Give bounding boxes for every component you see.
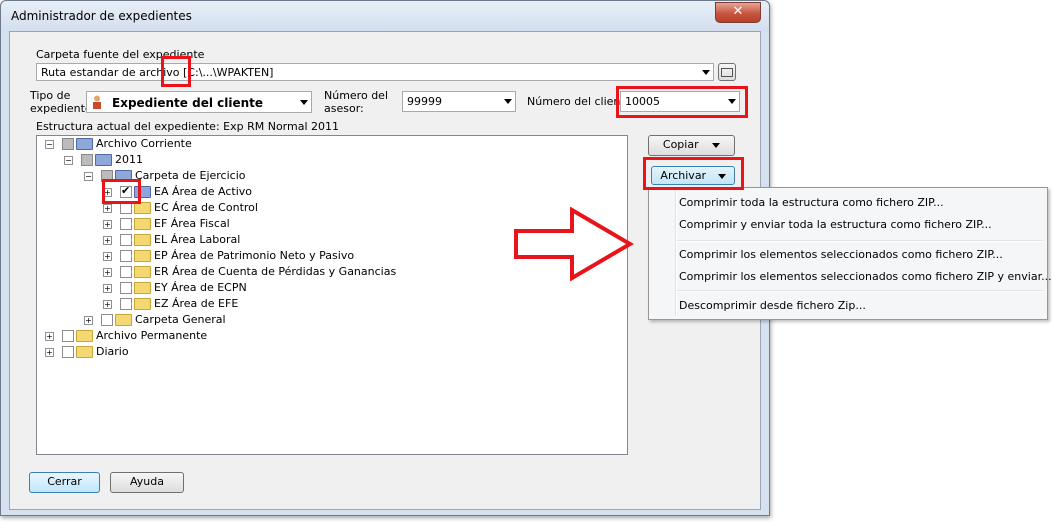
highlight-cliente-box	[616, 86, 748, 118]
annotation-arrow	[514, 207, 634, 281]
tree-node-label: Carpeta General	[135, 313, 226, 326]
expand-icon[interactable]: +	[103, 252, 112, 261]
asesor-value: 99999	[407, 95, 442, 108]
highlight-checkbox-box	[102, 179, 141, 204]
expand-icon[interactable]: +	[84, 316, 93, 325]
archivar-dropdown-menu: Comprimir toda la estructura como ficher…	[648, 187, 1052, 320]
tree-node-label: Carpeta de Ejercicio	[135, 169, 246, 182]
tree-node-label: ER Área de Cuenta de Pérdidas y Ganancia…	[154, 265, 397, 278]
folder-icon	[134, 234, 151, 246]
tree-node-label: EL Área Laboral	[154, 233, 241, 246]
copiar-button[interactable]: Copiar	[648, 135, 735, 156]
menu-item-comprimir-seleccionados-enviar[interactable]: Comprimir los elementos seleccionados co…	[679, 270, 1052, 283]
expand-icon[interactable]: +	[45, 332, 54, 341]
title-bar[interactable]: Administrador de expedientes ✕	[1, 1, 769, 31]
checkbox[interactable]	[62, 138, 74, 150]
folder-icon	[76, 330, 93, 342]
asesor-label-line2: asesor:	[324, 102, 364, 115]
asesor-combo[interactable]: 99999	[402, 91, 516, 112]
chevron-down-icon	[300, 100, 308, 105]
checkbox[interactable]	[120, 218, 132, 230]
highlight-archivar-box	[643, 157, 744, 190]
menu-item-comprimir-toda[interactable]: Comprimir toda la estructura como ficher…	[679, 196, 944, 209]
folder-icon	[134, 282, 151, 294]
chevron-down-icon	[712, 142, 721, 148]
tree-node-label: EF Área Fiscal	[154, 217, 230, 230]
copiar-label: Copiar	[662, 138, 699, 151]
collapse-icon[interactable]: −	[84, 172, 93, 181]
collapse-icon[interactable]: −	[64, 156, 73, 165]
expand-icon[interactable]: +	[45, 348, 54, 357]
menu-item-comprimir-seleccionados[interactable]: Comprimir los elementos seleccionados co…	[679, 248, 1003, 261]
checkbox[interactable]	[120, 266, 132, 278]
cerrar-button[interactable]: Cerrar	[29, 472, 100, 493]
tree-node-label: EC Área de Control	[154, 201, 258, 214]
expand-icon[interactable]: +	[103, 268, 112, 277]
collapse-icon[interactable]: −	[45, 140, 54, 149]
folder-icon	[115, 314, 132, 326]
tree-node-label: EP Área de Patrimonio Neto y Pasivo	[154, 249, 355, 262]
menu-separator	[677, 290, 1043, 292]
checkbox[interactable]	[62, 346, 74, 358]
folder-icon	[76, 346, 93, 358]
folder-icon	[134, 250, 151, 262]
structure-label: Estructura actual del expediente: Exp RM…	[36, 120, 340, 133]
menu-gutter	[675, 190, 677, 316]
client-person-icon	[92, 95, 101, 109]
browse-folder-button[interactable]	[718, 63, 736, 81]
checkbox[interactable]	[120, 282, 132, 294]
tree-node-label: EA Área de Activo	[154, 185, 253, 198]
folder-icon	[134, 218, 151, 230]
tree-node-label: EZ Área de EFE	[154, 297, 239, 310]
menu-separator	[677, 240, 1043, 242]
checkbox[interactable]	[120, 298, 132, 310]
chevron-down-icon	[504, 99, 512, 104]
expand-icon[interactable]: +	[103, 220, 112, 229]
expand-icon[interactable]: +	[103, 204, 112, 213]
checkbox[interactable]	[120, 234, 132, 246]
browse-icon	[721, 68, 733, 77]
highlight-path-box	[161, 56, 191, 87]
expand-icon[interactable]: +	[103, 300, 112, 309]
asesor-label-line1: Número del	[324, 89, 388, 102]
checkbox[interactable]	[62, 330, 74, 342]
chevron-down-icon	[702, 70, 710, 75]
expand-icon[interactable]: +	[103, 284, 112, 293]
source-path-combo[interactable]: Ruta estandar de archivo [C:\...\WPAKTEN…	[36, 63, 714, 81]
folder-icon	[95, 154, 112, 166]
tipo-expediente-combo[interactable]: Expediente del cliente	[86, 91, 312, 113]
folder-icon	[134, 266, 151, 278]
tree-node-label: Archivo Permanente	[96, 329, 208, 342]
tree-node-label: EY Área de ECPN	[154, 281, 247, 294]
tree-node-label: 2011	[115, 153, 143, 166]
checkbox[interactable]	[101, 314, 113, 326]
folder-icon	[76, 138, 93, 150]
window-title: Administrador de expedientes	[11, 9, 192, 23]
tree-node-label: Archivo Corriente	[96, 137, 192, 150]
tipo-expediente-value: Expediente del cliente	[112, 96, 264, 110]
menu-item-comprimir-enviar-toda[interactable]: Comprimir y enviar toda la estructura co…	[679, 218, 992, 231]
expand-icon[interactable]: +	[103, 236, 112, 245]
menu-item-descomprimir[interactable]: Descomprimir desde fichero Zip...	[679, 299, 866, 312]
close-window-button[interactable]: ✕	[715, 2, 761, 23]
ayuda-button[interactable]: Ayuda	[110, 472, 184, 493]
folder-icon	[134, 298, 151, 310]
tipo-label-line1: Tipo de	[30, 89, 71, 102]
source-path-value: Ruta estandar de archivo [C:\...\WPAKTEN…	[41, 66, 274, 79]
checkbox[interactable]	[120, 250, 132, 262]
tree-node-label: Diario	[96, 345, 129, 358]
checkbox[interactable]	[81, 154, 93, 166]
